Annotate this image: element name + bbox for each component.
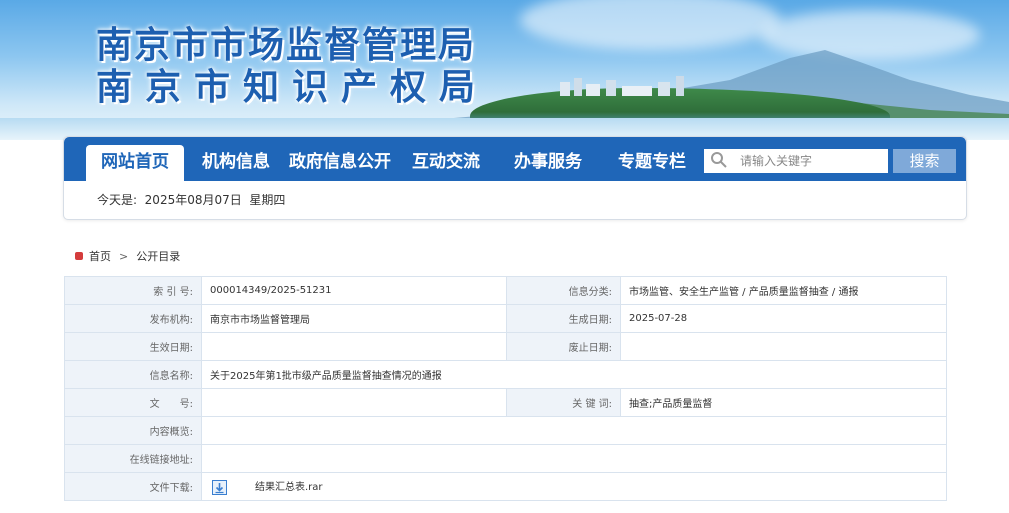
- category-value: 市场监管、安全生产监管 / 产品质量监督抽查 / 通报: [620, 276, 947, 305]
- search-placeholder: 请输入关键字: [740, 154, 813, 168]
- table-row: 生效日期: 废止日期:: [64, 332, 947, 361]
- download-icon[interactable]: [212, 479, 227, 495]
- breadcrumb-home[interactable]: 首页: [89, 250, 111, 263]
- publisher-label: 发布机构:: [64, 304, 202, 333]
- nav-topics[interactable]: 专题专栏: [612, 145, 692, 181]
- download-label: 文件下载:: [64, 472, 202, 501]
- nav-home[interactable]: 网站首页: [86, 145, 184, 181]
- site-title-line1: 南京市市场监督管理局: [96, 24, 477, 66]
- name-label: 信息名称:: [64, 360, 202, 389]
- summary-value: [201, 416, 947, 445]
- nav-interaction[interactable]: 互动交流: [406, 145, 486, 181]
- name-value: 关于2025年第1批市级产品质量监督抽查情况的通报: [201, 360, 947, 389]
- table-row: 文 号: 关 键 词: 抽查;产品质量监督: [64, 388, 947, 417]
- breadcrumb: 首页 > 公开目录: [75, 248, 180, 264]
- nav-organization[interactable]: 机构信息: [196, 145, 276, 181]
- table-row: 信息名称: 关于2025年第1批市级产品质量监督抽查情况的通报: [64, 360, 947, 389]
- main-nav: 网站首页 机构信息 政府信息公开 互动交流 办事服务 专题专栏 请输入关键字 搜…: [64, 137, 966, 181]
- docno-label: 文 号:: [64, 388, 202, 417]
- table-row: 发布机构: 南京市市场监督管理局 生成日期: 2025-07-28: [64, 304, 947, 333]
- table-row: 在线链接地址:: [64, 444, 947, 473]
- index-value: 000014349/2025-51231: [201, 276, 507, 305]
- publisher-value: 南京市市场监督管理局: [201, 304, 507, 333]
- repeal-value: [620, 332, 947, 361]
- table-row: 索 引 号: 000014349/2025-51231 信息分类: 市场监管、安…: [64, 276, 947, 305]
- created-label: 生成日期:: [506, 304, 621, 333]
- effective-label: 生效日期:: [64, 332, 202, 361]
- effective-value: [201, 332, 507, 361]
- header-banner: 南京市市场监督管理局 南京市知识产权局: [0, 0, 1009, 140]
- nav-panel: 网站首页 机构信息 政府信息公开 互动交流 办事服务 专题专栏 请输入关键字 搜…: [63, 136, 967, 220]
- download-cell: 结果汇总表.rar: [201, 472, 947, 501]
- summary-label: 内容概览:: [64, 416, 202, 445]
- breadcrumb-separator: >: [119, 250, 129, 263]
- table-row: 内容概览:: [64, 416, 947, 445]
- site-title: 南京市市场监督管理局 南京市知识产权局: [96, 24, 488, 108]
- breadcrumb-current[interactable]: 公开目录: [136, 250, 180, 263]
- nav-services[interactable]: 办事服务: [508, 145, 588, 181]
- docno-value: [201, 388, 507, 417]
- link-value: [201, 444, 947, 473]
- index-label: 索 引 号:: [64, 276, 202, 305]
- repeal-label: 废止日期:: [506, 332, 621, 361]
- search-icon: [711, 152, 727, 168]
- download-link[interactable]: 结果汇总表.rar: [255, 482, 323, 493]
- nav-gov-info[interactable]: 政府信息公开: [288, 145, 392, 181]
- keywords-label: 关 键 词:: [506, 388, 621, 417]
- created-value: 2025-07-28: [620, 304, 947, 333]
- link-label: 在线链接地址:: [64, 444, 202, 473]
- category-label: 信息分类:: [506, 276, 621, 305]
- search-button[interactable]: 搜索: [893, 149, 956, 173]
- city-buildings: [560, 76, 684, 96]
- table-row: 文件下载: 结果汇总表.rar: [64, 472, 947, 501]
- today-date: 今天是: 2025年08月07日 星期四: [97, 193, 286, 207]
- info-table: 索 引 号: 000014349/2025-51231 信息分类: 市场监管、安…: [64, 276, 947, 501]
- site-title-line2: 南京市知识产权局: [96, 66, 489, 108]
- keywords-value: 抽查;产品质量监督: [620, 388, 947, 417]
- home-icon: [75, 252, 83, 260]
